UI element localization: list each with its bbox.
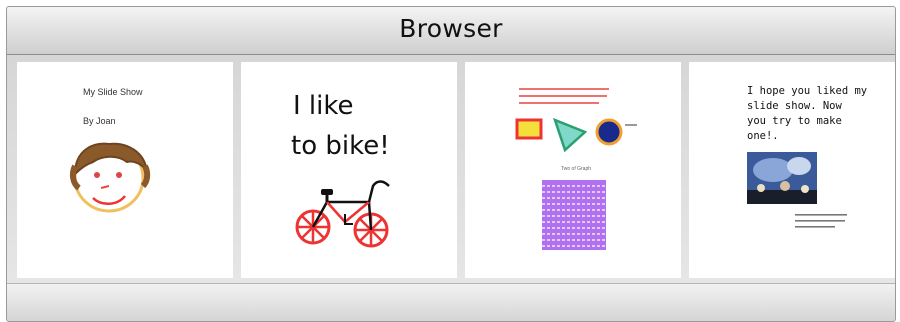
slide-4-line4: one!. (747, 130, 779, 142)
slide-2-line2: to bike! (291, 131, 390, 161)
title-bar: Browser (7, 7, 895, 55)
slide-1-title: My Slide Show (83, 87, 143, 97)
slide-3-red-text-lines (519, 88, 609, 104)
slide-thumbnail-1[interactable]: My Slide Show By Joan (17, 62, 233, 278)
slide-2-line1: I like (293, 91, 354, 121)
green-triangle-shape (552, 117, 588, 153)
slide-4-line1: I hope you liked my (747, 85, 867, 97)
slide-1-byline: By Joan (83, 116, 116, 126)
slide-3-caption: Two of Graph (561, 166, 591, 172)
window-title: Browser (399, 14, 503, 43)
slide-thumbnail-3[interactable]: Two of Graph (465, 62, 681, 278)
slide-4-small-text (795, 214, 847, 228)
blue-circle-shape (595, 118, 623, 146)
bicycle-drawing (295, 180, 390, 248)
slide-4-canvas: I hope you liked my slide show. Now you … (747, 85, 867, 228)
slide-4-line3: you try to make (747, 115, 842, 127)
slide-thumbnail-4[interactable]: I hope you liked my slide show. Now you … (689, 62, 895, 278)
slide-4-photo (747, 152, 817, 204)
bottom-toolbar (7, 283, 895, 321)
yellow-square-shape (515, 118, 543, 140)
slide-thumbnail-strip: My Slide Show By Joan I like to bike! Tw… (7, 55, 895, 283)
slide-3-canvas: Two of Graph (515, 88, 637, 250)
slide-thumbnail-2[interactable]: I like to bike! (241, 62, 457, 278)
browser-window: Browser My Slide Show By Joan I like to … (6, 6, 896, 322)
slide-1-canvas: My Slide Show By Joan (69, 87, 151, 213)
face-drawing (69, 142, 151, 213)
slide-4-line2: slide show. Now (747, 100, 843, 112)
slide-2-canvas: I like to bike! (291, 91, 390, 248)
purple-grid-shape (542, 180, 606, 250)
